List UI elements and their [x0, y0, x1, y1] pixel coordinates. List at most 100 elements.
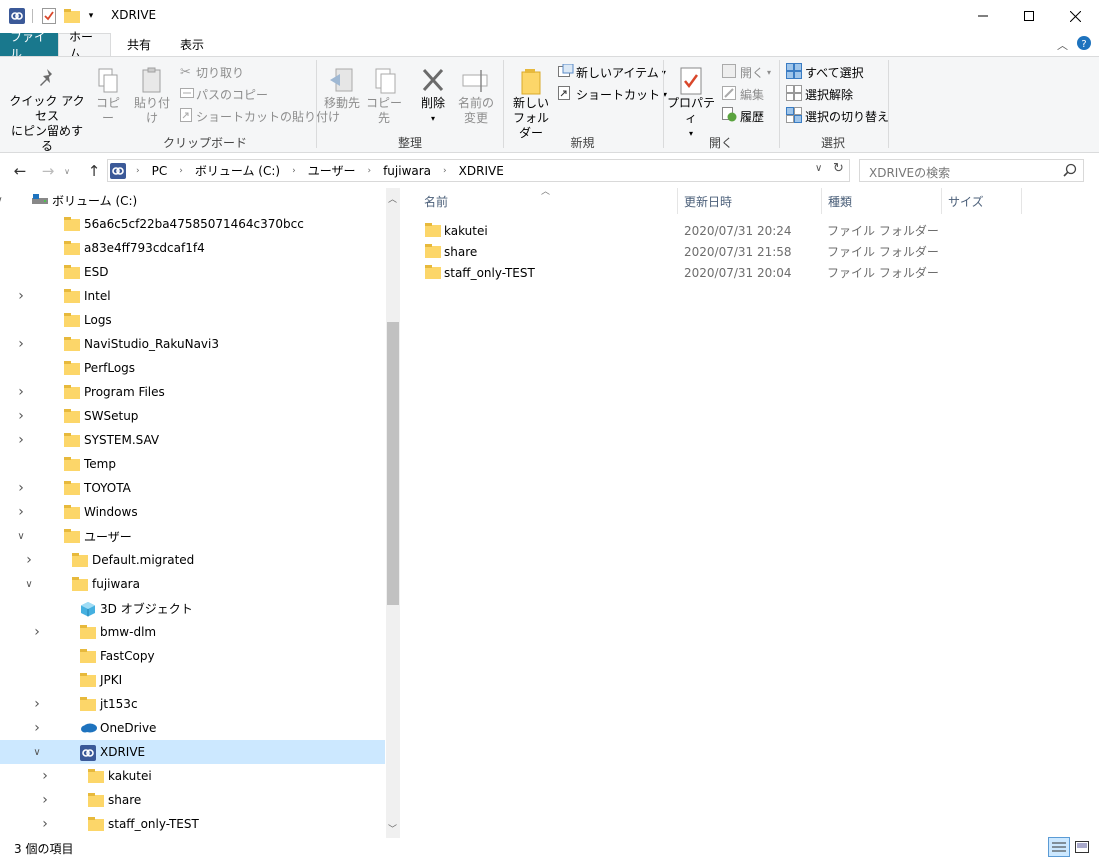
chevron-right-icon[interactable]: › [40, 816, 50, 832]
tree-item[interactable]: › Intel [0, 284, 380, 308]
properties-button[interactable]: プロパティ ▾ [666, 66, 716, 141]
file-row[interactable]: kakutei 2020/07/31 20:24 ファイル フォルダー [420, 220, 1020, 241]
properties-quick-icon[interactable] [40, 7, 58, 25]
minimize-icon[interactable] [960, 0, 1006, 32]
chevron-right-icon[interactable]: › [16, 408, 26, 424]
nav-scroll-thumb[interactable] [387, 322, 399, 605]
customize-quick-access-icon[interactable]: ▾ [85, 7, 97, 25]
tree-item[interactable]: ∨ ボリューム (C:) [0, 188, 380, 212]
copy-path-button[interactable]: パスのコピー [180, 84, 268, 104]
tree-item[interactable]: › bmw-dlm [0, 620, 380, 644]
column-size[interactable]: サイズ [942, 188, 1022, 214]
new-folder-button[interactable]: 新しい フォルダー [508, 66, 554, 141]
rename-button[interactable]: 名前の 変更 [456, 66, 496, 126]
forward-arrow-icon[interactable]: → [37, 160, 59, 182]
details-view-icon[interactable] [1048, 837, 1070, 857]
tree-item[interactable]: 3D オブジェクト [0, 596, 380, 620]
navigation-pane[interactable]: ∨ ボリューム (C:) 56a6c5cf22ba47585071464c370bc… [0, 188, 400, 838]
collapse-ribbon-icon[interactable]: ︿ [1057, 37, 1068, 53]
tree-item[interactable]: JPKI [0, 668, 380, 692]
invert-selection-button[interactable]: 選択の切り替え [786, 106, 889, 126]
chevron-right-icon[interactable]: › [32, 696, 42, 712]
new-item-button[interactable]: 新しいアイテム ▾ [558, 62, 666, 82]
paste-button[interactable]: 貼り付け [130, 66, 174, 126]
tree-item[interactable]: › OneDrive [0, 716, 380, 740]
shortcut-button[interactable]: ショートカット ▾ [558, 84, 667, 104]
xdrive-app-icon[interactable] [8, 7, 26, 25]
tree-item[interactable]: ∨ fujiwara [0, 572, 380, 596]
tree-item[interactable]: › share [0, 788, 380, 812]
tree-item[interactable]: › TOYOTA [0, 476, 380, 500]
column-type[interactable]: 種類 [822, 188, 942, 214]
chevron-right-icon[interactable]: › [32, 720, 42, 736]
scroll-down-icon[interactable]: ﹀ [388, 822, 397, 835]
tree-item[interactable]: ESD [0, 260, 380, 284]
tree-item[interactable]: ∨ XDRIVE [0, 740, 385, 764]
tree-item[interactable]: › NaviStudio_RakuNavi3 [0, 332, 380, 356]
back-arrow-icon[interactable]: ← [9, 160, 31, 182]
close-icon[interactable] [1052, 0, 1098, 32]
tree-item[interactable]: › Program Files [0, 380, 380, 404]
delete-button[interactable]: 削除 ▾ [416, 66, 450, 126]
chevron-right-icon[interactable]: › [24, 552, 34, 568]
edit-button[interactable]: 編集 [722, 84, 764, 104]
tab-share[interactable]: 共有 [117, 33, 161, 56]
new-folder-quick-icon[interactable] [63, 7, 81, 25]
chevron-down-icon[interactable]: ∨ [16, 531, 26, 542]
copy-to-button[interactable]: コピー先 [364, 66, 404, 126]
tree-item[interactable]: FastCopy [0, 644, 380, 668]
pin-quick-access-button[interactable]: クイック アクセス にピン留めする [6, 66, 88, 154]
recent-locations-icon[interactable]: ∨ [60, 160, 74, 182]
chevron-right-icon[interactable]: › [40, 768, 50, 784]
open-button[interactable]: 開く ▾ [722, 62, 771, 82]
breadcrumb-volume[interactable]: ボリューム (C:) [189, 162, 286, 179]
tree-item[interactable]: › Windows [0, 500, 380, 524]
tree-item[interactable]: › kakutei [0, 764, 380, 788]
tree-item[interactable]: PerfLogs [0, 356, 380, 380]
search-icon[interactable] [1063, 163, 1077, 180]
select-all-button[interactable]: すべて選択 [786, 62, 864, 82]
tree-item[interactable]: a83e4ff793cdcaf1f4 [0, 236, 380, 260]
address-dropdown-icon[interactable]: ∨ [815, 163, 822, 174]
breadcrumb-users[interactable]: ユーザー [302, 162, 362, 179]
maximize-icon[interactable] [1006, 0, 1052, 32]
chevron-down-icon[interactable]: ∨ [24, 579, 34, 590]
chevron-right-icon[interactable]: › [16, 384, 26, 400]
up-arrow-icon[interactable]: ↑ [83, 160, 105, 182]
chevron-right-icon[interactable]: › [16, 480, 26, 496]
tab-file[interactable]: ファイル [0, 30, 58, 61]
tree-item[interactable]: 56a6c5cf22ba47585071464c370bcc [0, 212, 380, 236]
move-to-button[interactable]: 移動先 [322, 66, 362, 111]
tree-item[interactable]: › staff_only-TEST [0, 812, 380, 836]
tree-item[interactable]: › Default.migrated [0, 548, 380, 572]
chevron-down-icon[interactable]: ∨ [0, 195, 4, 206]
tree-item[interactable]: Logs [0, 308, 380, 332]
column-modified[interactable]: 更新日時 [678, 188, 822, 214]
copy-button[interactable]: コピー [92, 66, 124, 126]
breadcrumb[interactable]: › PC › ボリューム (C:) › ユーザー › fujiwara › XD… [130, 160, 510, 181]
tab-home[interactable]: ホーム [58, 30, 111, 61]
column-name[interactable]: 名前 [418, 188, 678, 214]
chevron-right-icon[interactable]: › [40, 792, 50, 808]
chevron-down-icon[interactable]: ∨ [32, 747, 42, 758]
cut-button[interactable]: ✂ 切り取り [180, 62, 244, 82]
help-icon[interactable]: ? [1077, 36, 1091, 53]
file-row[interactable]: share 2020/07/31 21:58 ファイル フォルダー [420, 241, 1020, 262]
large-icons-view-icon[interactable] [1073, 839, 1091, 855]
breadcrumb-fujiwara[interactable]: fujiwara [377, 164, 437, 178]
chevron-right-icon[interactable]: › [16, 336, 26, 352]
select-none-button[interactable]: 選択解除 [786, 84, 853, 104]
tab-view[interactable]: 表示 [170, 33, 214, 56]
scroll-up-icon[interactable]: ︿ [388, 192, 397, 205]
refresh-icon[interactable]: ↻ [833, 161, 844, 176]
breadcrumb-pc[interactable]: PC [146, 164, 174, 178]
tree-item[interactable]: › SWSetup [0, 404, 380, 428]
tree-item[interactable]: ∨ ユーザー [0, 524, 380, 548]
chevron-right-icon[interactable]: › [16, 288, 26, 304]
chevron-right-icon[interactable]: › [32, 624, 42, 640]
chevron-right-icon[interactable]: › [16, 432, 26, 448]
tree-item[interactable]: › jt153c [0, 692, 380, 716]
history-button[interactable]: 履歴 [722, 106, 764, 126]
breadcrumb-xdrive[interactable]: XDRIVE [453, 164, 510, 178]
file-row[interactable]: staff_only-TEST 2020/07/31 20:04 ファイル フォルダ… [420, 262, 1020, 283]
